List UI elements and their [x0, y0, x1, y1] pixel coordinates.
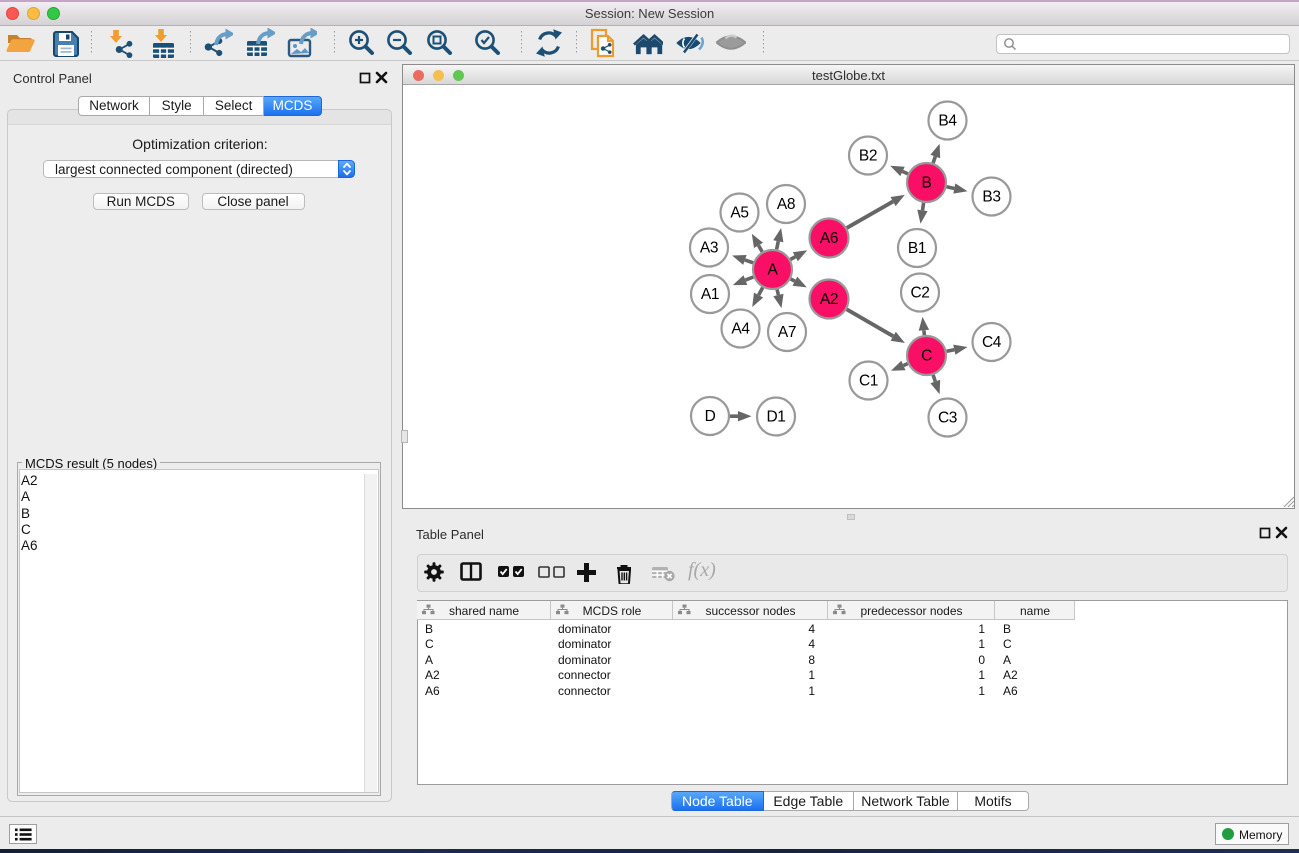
svg-text:A5: A5: [730, 205, 748, 222]
svg-text:B2: B2: [859, 148, 877, 165]
svg-text:C2: C2: [910, 285, 929, 302]
svg-text:D: D: [705, 408, 716, 425]
svg-text:A3: A3: [700, 240, 718, 257]
svg-text:C3: C3: [938, 410, 957, 427]
svg-text:A6: A6: [820, 230, 838, 247]
svg-text:A: A: [768, 262, 779, 279]
svg-text:B3: B3: [982, 189, 1000, 206]
svg-text:B: B: [922, 175, 932, 192]
svg-text:A8: A8: [777, 196, 795, 213]
svg-text:B4: B4: [938, 113, 957, 130]
svg-text:C1: C1: [859, 373, 878, 390]
svg-text:A2: A2: [820, 291, 838, 308]
svg-text:D1: D1: [766, 409, 785, 426]
svg-text:B1: B1: [908, 240, 926, 257]
svg-text:A7: A7: [778, 324, 796, 341]
svg-text:A4: A4: [731, 321, 750, 338]
svg-text:C: C: [921, 348, 932, 365]
svg-text:C4: C4: [982, 334, 1002, 351]
svg-text:A1: A1: [701, 286, 719, 303]
